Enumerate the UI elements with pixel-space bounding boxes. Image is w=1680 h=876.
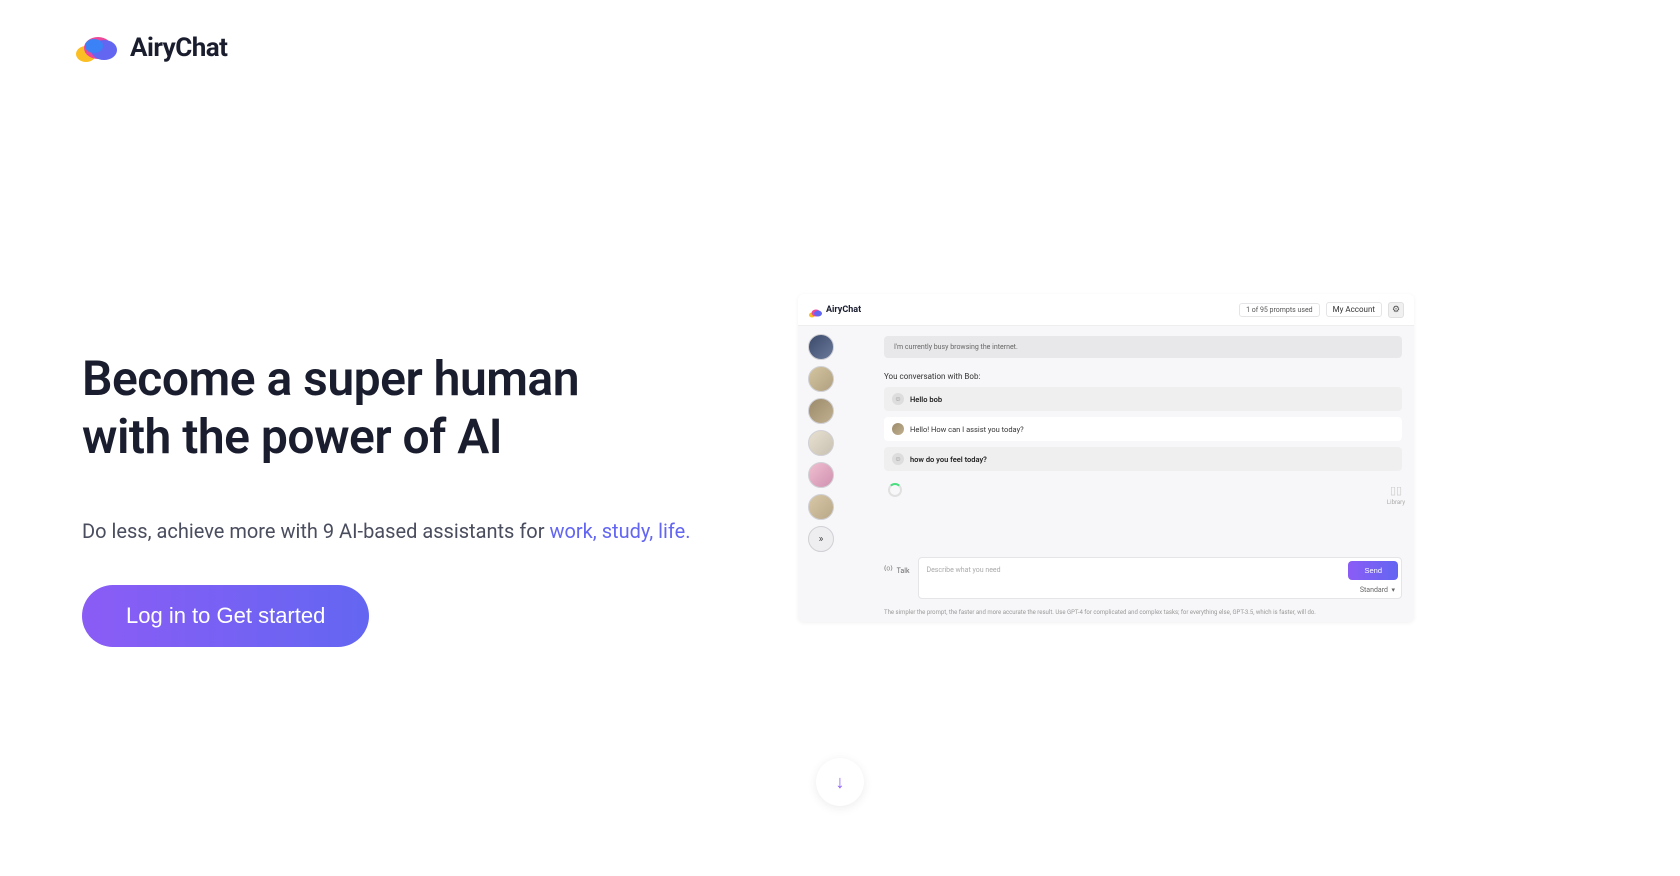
microphone-icon[interactable]: ⁽ᵒ⁾ xyxy=(884,565,893,576)
footer-note: The simpler the prompt, the faster and m… xyxy=(884,605,1402,622)
model-select[interactable]: Standard ▾ xyxy=(1360,586,1395,594)
hero-subtitle: Do less, achieve more with 9 AI-based as… xyxy=(82,519,722,543)
user-avatar-icon: ☺ xyxy=(892,453,904,465)
settings-icon[interactable]: ⚙ xyxy=(1388,302,1404,318)
prompts-used-badge: 1 of 95 prompts used xyxy=(1239,303,1320,317)
library-tab[interactable]: ▯▯ Library xyxy=(1384,484,1408,506)
assistant-sidebar: » xyxy=(798,326,844,622)
preview-header-right: 1 of 95 prompts used My Account ⚙ xyxy=(1239,302,1404,318)
book-icon: ▯▯ xyxy=(1384,484,1408,497)
assistant-more-button[interactable]: » xyxy=(808,526,834,552)
hero-subtitle-prefix: Do less, achieve more with 9 AI-based as… xyxy=(82,519,549,543)
preview-logo: AiryChat xyxy=(808,304,861,316)
chat-input-area: ⁽ᵒ⁾ Talk Describe what you need Send Sta… xyxy=(884,557,1402,605)
assistant-avatar[interactable] xyxy=(808,366,834,392)
chat-main: I'm currently busy browsing the internet… xyxy=(844,326,1414,622)
assistant-avatar[interactable] xyxy=(808,430,834,456)
logo-text: AiryChat xyxy=(130,33,227,63)
chat-message-bot: Hello! How can I assist you today? xyxy=(884,417,1402,441)
message-text: Hello! How can I assist you today? xyxy=(910,425,1024,434)
talk-label: Talk xyxy=(897,567,910,575)
chat-message-user: ☺ how do you feel today? xyxy=(884,447,1402,471)
hero-title: Become a super human with the power of A… xyxy=(82,350,722,465)
send-button[interactable]: Send xyxy=(1348,561,1398,580)
conversation-label: You conversation with Bob: xyxy=(884,372,1402,381)
preview-logo-text: AiryChat xyxy=(826,305,861,315)
account-button[interactable]: My Account xyxy=(1326,302,1382,317)
scroll-down-button[interactable]: ↓ xyxy=(816,758,864,806)
assistant-avatar[interactable] xyxy=(808,462,834,488)
status-bar: I'm currently busy browsing the internet… xyxy=(884,336,1402,358)
message-text: how do you feel today? xyxy=(910,455,987,464)
arrow-down-icon: ↓ xyxy=(836,772,845,793)
hero-section: Become a super human with the power of A… xyxy=(82,350,722,647)
hero-title-line1: Become a super human xyxy=(82,350,579,407)
user-avatar-icon: ☺ xyxy=(892,393,904,405)
talk-label-wrap: ⁽ᵒ⁾ Talk xyxy=(884,557,910,576)
chat-input-box[interactable]: Describe what you need Send Standard ▾ xyxy=(918,557,1403,599)
app-preview: AiryChat 1 of 95 prompts used My Account… xyxy=(798,294,1414,622)
assistant-avatar[interactable] xyxy=(808,494,834,520)
logo-icon xyxy=(72,30,120,66)
preview-body: » I'm currently busy browsing the intern… xyxy=(798,326,1414,622)
assistant-avatar[interactable] xyxy=(808,398,834,424)
chat-message-user: ☺ Hello bob xyxy=(884,387,1402,411)
loading-spinner-icon xyxy=(888,483,902,497)
chat-input[interactable]: Describe what you need xyxy=(919,558,1349,584)
message-text: Hello bob xyxy=(910,395,942,404)
login-cta-button[interactable]: Log in to Get started xyxy=(82,585,369,647)
site-header: AiryChat xyxy=(72,30,227,66)
hero-title-line2: with the power of AI xyxy=(82,408,502,465)
hero-subtitle-highlight: work, study, life. xyxy=(549,519,690,543)
preview-header: AiryChat 1 of 95 prompts used My Account… xyxy=(798,294,1414,326)
assistant-avatar[interactable] xyxy=(808,334,834,360)
bot-avatar-icon xyxy=(892,423,904,435)
library-label: Library xyxy=(1387,499,1405,506)
preview-logo-icon xyxy=(808,304,822,316)
